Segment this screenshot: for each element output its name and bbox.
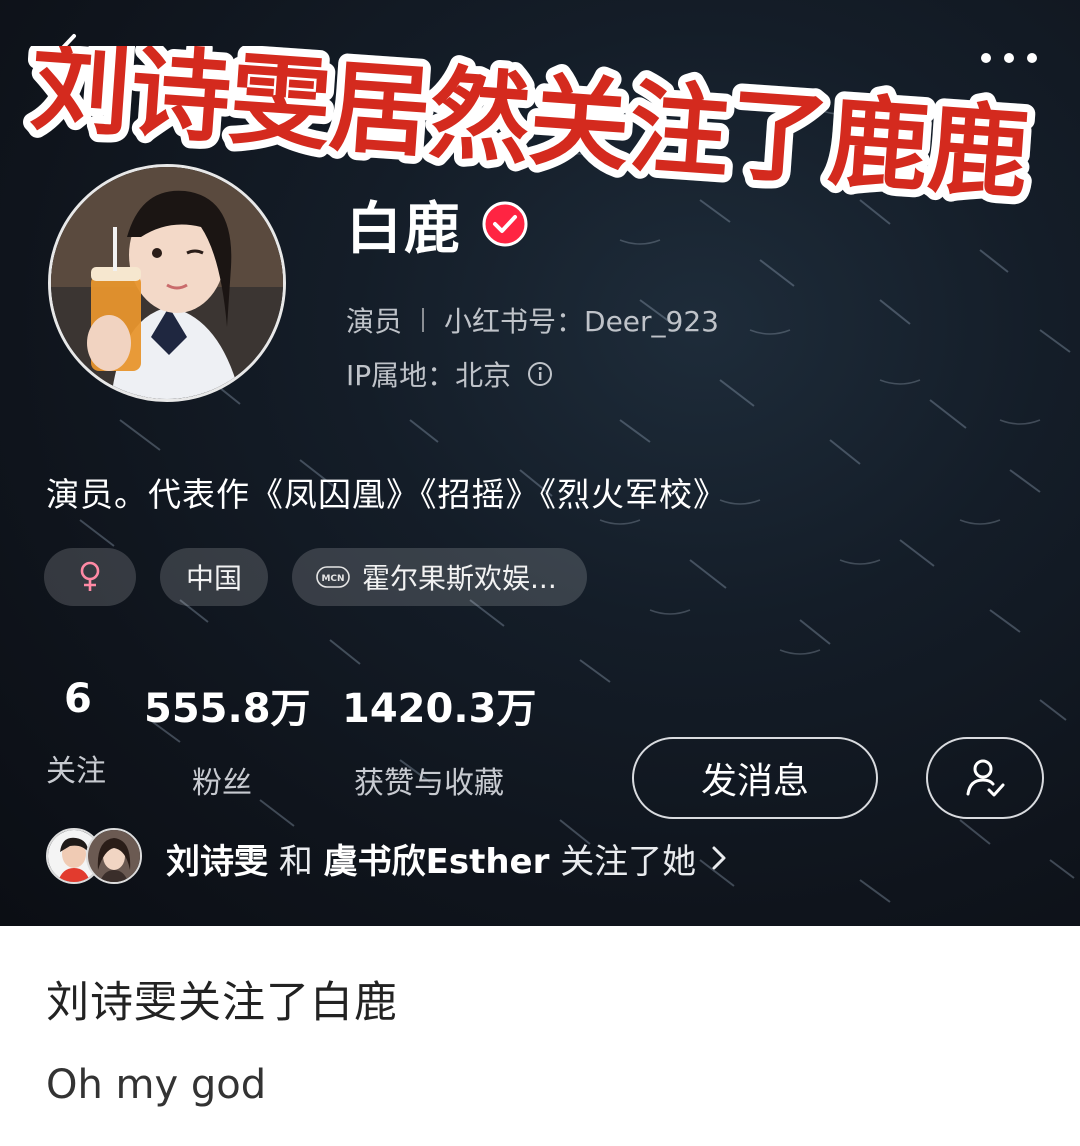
stat-fans-label: 粉丝 [192, 766, 252, 801]
mcn-label: 霍尔果斯欢娱... [362, 562, 557, 595]
mutual-suffix: 关注了她 [560, 841, 697, 882]
post-title: 刘诗雯关注了白鹿 [46, 978, 398, 1028]
mutual-user-2[interactable]: 虞书欣Esther [324, 842, 550, 882]
stat-fans-value: 555.8万 [144, 686, 311, 732]
mutual-follow-text: 刘诗雯 和 虞书欣Esther 关注了她 [166, 834, 696, 883]
female-icon [80, 561, 100, 591]
post-body: Oh my god [46, 1062, 267, 1108]
mutual-avatars [46, 828, 146, 888]
info-icon[interactable] [527, 361, 553, 387]
profile-meta: 演员 小红书号：Deer_923 [346, 300, 719, 340]
stat-likes-value: 1420.3万 [342, 686, 537, 732]
send-message-button[interactable]: 发消息 [632, 737, 878, 819]
avatar[interactable] [48, 164, 286, 402]
mcn-tag[interactable]: MCN 霍尔果斯欢娱... [292, 548, 587, 606]
ip-location-row: IP属地：北京 [346, 354, 553, 394]
chevron-right-icon[interactable] [710, 844, 728, 872]
occupation-text: 演员 [346, 305, 403, 338]
profile-header: 刘诗雯居然关注了鹿鹿 刘诗雯居然关注了鹿鹿 白鹿 演员 小红书号：Deer_92… [0, 0, 1080, 926]
meta-divider [422, 308, 425, 332]
avatar-photo [51, 167, 283, 399]
ip-location: IP属地：北京 [346, 359, 512, 392]
user-check-icon [966, 759, 1005, 797]
mutual-user-1[interactable]: 刘诗雯 [166, 842, 268, 882]
tag-row: 中国 MCN 霍尔果斯欢娱... [44, 548, 587, 606]
mutual-follow-row[interactable]: 刘诗雯 和 虞书欣Esther 关注了她 [46, 828, 728, 888]
name-row: 白鹿 [346, 190, 528, 262]
mcn-icon: MCN [316, 566, 350, 588]
svg-text:MCN: MCN [321, 574, 344, 584]
stat-likes-label: 获赞与收藏 [354, 766, 504, 801]
country-tag: 中国 [160, 548, 269, 606]
stat-likes[interactable]: 1420.3万 获赞与收藏 [342, 676, 536, 802]
bio: 演员。代表作《凤囚凰》《招摇》《烈火军校》 [46, 475, 727, 514]
stat-following[interactable]: 6 关注 [46, 676, 106, 790]
mutual-avatar-2 [86, 828, 142, 884]
stat-following-label: 关注 [46, 754, 106, 789]
gender-tag [44, 548, 136, 606]
stat-following-value: 6 [64, 676, 92, 722]
verified-badge-icon [482, 201, 528, 247]
account-id[interactable]: 小红书号：Deer_923 [444, 300, 719, 340]
followed-user-button[interactable] [926, 737, 1044, 819]
profile-name: 白鹿 [346, 196, 462, 262]
stat-fans[interactable]: 555.8万 粉丝 [144, 676, 311, 802]
mutual-conj: 和 [278, 841, 313, 882]
